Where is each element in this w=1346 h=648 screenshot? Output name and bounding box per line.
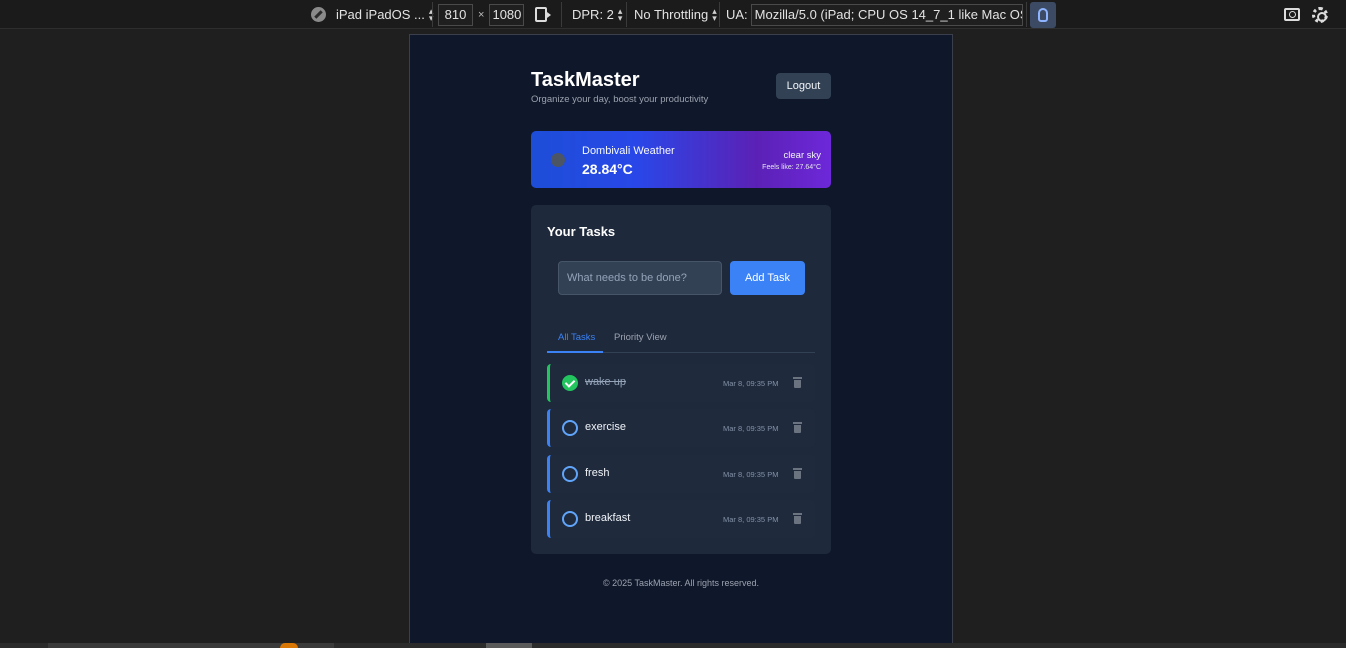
weather-icon <box>551 153 565 167</box>
device-viewport: TaskMaster Organize your day, boost your… <box>409 34 953 648</box>
ua-input[interactable]: Mozilla/5.0 (iPad; CPU OS 14_7_1 like Ma… <box>750 3 1023 26</box>
new-task-input[interactable] <box>558 261 722 295</box>
trash-icon[interactable] <box>793 422 802 433</box>
device-toolbar: iPad iPadOS ... ▴▾ 810 × 1080 DPR: 2 ▴▾ … <box>0 0 1346 29</box>
circle-check-icon[interactable] <box>562 466 578 482</box>
task-timestamp: Mar 8, 09:35 PM <box>723 379 779 388</box>
tab-all-tasks[interactable]: All Tasks <box>558 332 595 343</box>
task-timestamp: Mar 8, 09:35 PM <box>723 424 779 433</box>
task-timestamp: Mar 8, 09:35 PM <box>723 515 779 524</box>
task-label: breakfast <box>585 512 631 524</box>
tasks-heading: Your Tasks <box>547 224 616 239</box>
taskbar-app-icon[interactable] <box>280 643 298 648</box>
throttling-label: No Throttling <box>634 7 709 22</box>
chevron-updown-icon: ▴▾ <box>617 5 623 23</box>
dpr-label: DPR: 2 <box>572 7 614 22</box>
width-input[interactable]: 810 <box>438 3 473 26</box>
circle-check-icon[interactable] <box>562 420 578 436</box>
app-subtitle: Organize your day, boost your productivi… <box>531 94 709 105</box>
settings-button[interactable] <box>1312 0 1328 29</box>
tasks-card: Your Tasks Add Task All Tasks Priority V… <box>531 205 831 554</box>
throttling-selector[interactable]: No Throttling ▴ ▾ <box>634 0 717 29</box>
device-selector[interactable]: iPad iPadOS ... ▴▾ <box>311 0 433 29</box>
touch-toggle-button[interactable] <box>1030 0 1056 29</box>
ua-label: UA: <box>726 7 748 22</box>
trash-icon[interactable] <box>793 377 802 388</box>
dimensions: 810 × 1080 <box>438 0 525 29</box>
active-tab-indicator <box>547 351 603 353</box>
task-item: wake up Mar 8, 09:35 PM <box>547 364 815 402</box>
chevron-updown-icon: ▴▾ <box>712 5 717 23</box>
task-item: exercise Mar 8, 09:35 PM <box>547 409 815 447</box>
completed-check-icon[interactable] <box>562 375 578 391</box>
rotate-button[interactable] <box>535 0 551 29</box>
weather-temperature: 28.84°C <box>582 161 633 177</box>
weather-description: clear sky <box>783 150 821 161</box>
circle-check-icon[interactable] <box>562 511 578 527</box>
weather-card: Dombivali Weather 28.84°C clear sky Feel… <box>531 131 831 188</box>
gear-icon <box>1312 6 1328 23</box>
height-input[interactable]: 1080 <box>489 3 525 26</box>
app-title: TaskMaster <box>531 69 640 91</box>
task-item: breakfast Mar 8, 09:35 PM <box>547 500 815 538</box>
dpr-selector[interactable]: DPR: 2 ▴ ▾ <box>572 0 622 29</box>
touch-icon <box>1038 7 1048 22</box>
taskbar-item[interactable] <box>486 643 532 648</box>
camera-icon <box>1284 8 1300 21</box>
task-label: fresh <box>585 467 610 479</box>
taskbar-strip <box>0 643 1346 648</box>
task-label: exercise <box>585 421 626 433</box>
weather-feels-like: Feels like: 27.64°C <box>762 164 821 171</box>
screenshot-button[interactable] <box>1284 0 1300 29</box>
task-timestamp: Mar 8, 09:35 PM <box>723 470 779 479</box>
tab-priority-view[interactable]: Priority View <box>614 332 667 343</box>
trash-icon[interactable] <box>793 513 802 524</box>
user-agent: UA: Mozilla/5.0 (iPad; CPU OS 14_7_1 lik… <box>726 0 1023 29</box>
compass-icon <box>311 7 326 22</box>
footer-copyright: © 2025 TaskMaster. All rights reserved. <box>602 578 760 588</box>
logout-button[interactable]: Logout <box>776 73 831 99</box>
weather-city: Dombivali Weather <box>582 145 675 157</box>
trash-icon[interactable] <box>793 468 802 479</box>
add-task-button[interactable]: Add Task <box>730 261 805 295</box>
task-item: fresh Mar 8, 09:35 PM <box>547 455 815 493</box>
rotate-icon <box>535 7 551 22</box>
device-name: iPad iPadOS ... <box>336 7 425 22</box>
times-sign: × <box>478 8 485 21</box>
task-label: wake up <box>585 376 626 388</box>
task-tabs: All Tasks Priority View <box>547 323 815 353</box>
